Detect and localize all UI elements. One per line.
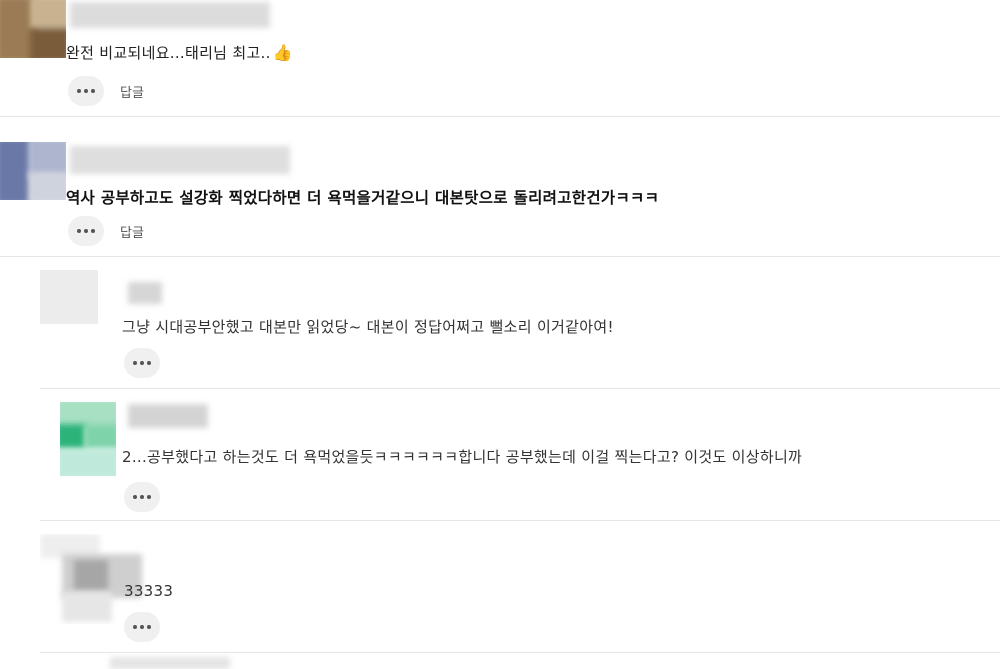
comment-text: 완전 비교되네요...태리님 최고.. 👍	[66, 43, 293, 62]
next-comment-avatar	[110, 657, 230, 669]
more-dots-icon	[133, 625, 151, 629]
thumbs-up-icon: 👍	[272, 43, 293, 62]
comment-text: 그냥 시대공부안했고 대본만 읽었당~ 대본이 정답어쩌고 뻘소리 이거같아여!	[122, 318, 614, 336]
more-dots-icon	[77, 89, 95, 93]
comment-text: 역사 공부하고도 설강화 찍었다하면 더 욕먹을거같으니 대본탓으로 돌리려고한…	[66, 189, 660, 207]
more-button[interactable]	[124, 348, 160, 378]
divider	[40, 520, 1000, 521]
more-button[interactable]	[124, 612, 160, 642]
avatar	[60, 402, 116, 476]
more-dots-icon	[133, 361, 151, 365]
avatar	[0, 142, 66, 200]
divider	[0, 116, 1000, 117]
more-dots-icon	[77, 229, 95, 233]
comment-text: 33333	[124, 582, 174, 600]
username-blurred	[70, 2, 270, 28]
username-blurred	[128, 282, 162, 304]
username-blurred	[128, 404, 208, 428]
divider	[40, 652, 1000, 653]
more-button[interactable]	[68, 216, 104, 246]
more-dots-icon	[133, 495, 151, 499]
avatar	[40, 534, 160, 624]
reply-link[interactable]: 답글	[120, 82, 144, 101]
avatar	[0, 0, 66, 58]
comment-text: 2...공부했다고 하는것도 더 욕먹었을듯ㅋㅋㅋㅋㅋㅋ합니다 공부했는데 이걸…	[122, 448, 803, 466]
username-blurred	[70, 146, 290, 174]
more-button[interactable]	[68, 76, 104, 106]
reply-link[interactable]: 답글	[120, 222, 144, 241]
avatar	[40, 270, 98, 324]
divider	[0, 256, 1000, 257]
more-button[interactable]	[124, 482, 160, 512]
divider	[40, 388, 1000, 389]
